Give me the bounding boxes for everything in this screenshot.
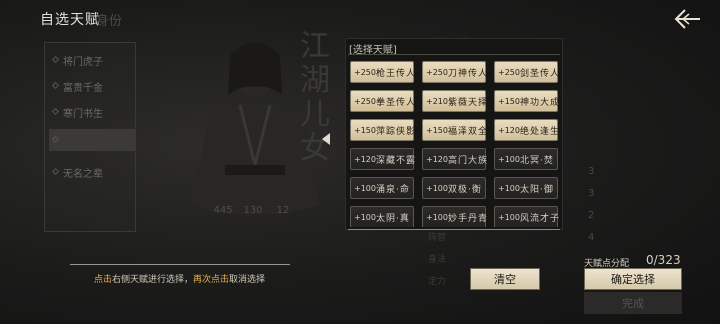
ghost-number: 3: [588, 166, 595, 177]
talent-cost: +210: [426, 96, 448, 106]
origin-item-label: 寒门书生: [63, 108, 103, 120]
talent-tile[interactable]: +250 拳圣传人: [350, 90, 416, 112]
talent-tile[interactable]: +120 绝处逢生: [494, 119, 560, 141]
talent-name: 妙手丹青: [447, 213, 488, 224]
talent-cost: +100: [426, 183, 448, 193]
origin-item-label: 无名之辈: [63, 168, 103, 180]
origin-item-label: 富贵千金: [63, 82, 103, 94]
talent-cost: +100: [354, 212, 376, 222]
divider: [70, 264, 290, 265]
origin-list: 将门虎子 富贵千金 寒门书生 无名之辈: [44, 42, 136, 232]
talent-tile[interactable]: +150 福泽双全: [422, 119, 488, 141]
diamond-icon: [51, 135, 60, 144]
talent-cost: +100: [354, 183, 376, 193]
talent-tile[interactable]: +100 妙手丹青: [422, 206, 488, 227]
talent-cost: +150: [426, 125, 448, 135]
talent-name: 刀神传人: [447, 68, 488, 79]
talent-name: 太阳·御: [520, 184, 554, 195]
talent-cost: +250: [354, 96, 376, 106]
stat-value: 12: [276, 205, 290, 216]
talent-cost: +150: [498, 96, 520, 106]
talent-name: 绝处逢生: [519, 126, 560, 137]
calligraphy-watermark: 江湖儿女: [300, 29, 330, 166]
divider: [348, 54, 560, 55]
talent-select-popup: [选择天赋] +250 枪王传人 +250 刀神传人 +250 剑圣传人 +250 拳圣传人 +…: [345, 38, 563, 230]
talent-name: 双极·衡: [448, 184, 482, 195]
talent-name: 深藏不露: [375, 155, 416, 166]
origin-item[interactable]: 无名之辈: [49, 161, 135, 183]
ghost-number: 3: [588, 188, 595, 199]
diamond-icon: [51, 81, 60, 90]
points-value: 0/323: [646, 253, 681, 267]
talent-cost: +100: [498, 212, 520, 222]
stat-value: 445: [213, 205, 233, 216]
divider: [348, 229, 560, 230]
talent-name: 风流才子: [519, 213, 560, 224]
diamond-icon: [51, 107, 60, 116]
origin-item-label: 将门虎子: [63, 56, 103, 68]
talent-cost: +150: [354, 125, 376, 135]
talent-tile[interactable]: +250 枪王传人: [350, 61, 416, 83]
talent-tile[interactable]: +100 太阴·真: [350, 206, 414, 227]
talent-name: 高门大族: [447, 155, 488, 166]
talent-tile[interactable]: +250 刀神传人: [422, 61, 488, 83]
instruction-highlight: 再次点击: [193, 275, 230, 285]
talent-tile[interactable]: +100 双极·衡: [422, 177, 486, 199]
ghost-label: 身法: [428, 255, 447, 265]
diamond-icon: [51, 167, 60, 176]
talent-tile[interactable]: +150 神功大成: [494, 90, 560, 112]
talent-name: 北冥·焚: [520, 155, 554, 166]
talent-name: 剑圣传人: [519, 68, 560, 79]
talent-tile[interactable]: +210 紫薇天择: [422, 90, 488, 112]
talent-name: 神功大成: [519, 97, 560, 108]
talent-tile[interactable]: +120 高门大族: [422, 148, 488, 170]
talent-tile[interactable]: +250 剑圣传人: [494, 61, 560, 83]
clear-button[interactable]: 清空: [470, 268, 540, 290]
origin-item[interactable]: 富贵千金: [49, 75, 135, 97]
talent-tile[interactable]: +120 深藏不露: [350, 148, 416, 170]
character-stats: 445 130 12: [212, 205, 294, 216]
talent-cost: +250: [498, 67, 520, 77]
ghost-number: 2: [588, 210, 595, 221]
instruction-text: 点击右侧天赋进行选择，再次点击取消选择: [94, 272, 265, 285]
talent-tile[interactable]: +100 太阳·御: [494, 177, 558, 199]
instruction-segment: 右侧天赋进行选择，: [112, 275, 194, 285]
talent-name: 涌泉·命: [376, 184, 410, 195]
talent-name: 福泽双全: [447, 126, 488, 137]
ghost-label: 定力: [428, 277, 447, 287]
confirm-selection-button[interactable]: 确定选择: [584, 268, 682, 290]
origin-item[interactable]: 将门虎子: [49, 49, 135, 71]
talent-tile[interactable]: +100 涌泉·命: [350, 177, 414, 199]
talent-grid: +250 枪王传人 +250 刀神传人 +250 剑圣传人 +250 拳圣传人 +210 紫薇天择…: [350, 61, 562, 227]
talent-cost: +100: [498, 183, 520, 193]
origin-item-selected[interactable]: [49, 129, 135, 151]
talent-name: 萍踪侠影: [375, 126, 416, 137]
talent-name: 拳圣传人: [375, 97, 416, 108]
talent-cost: +120: [354, 154, 376, 164]
talent-cost: +250: [354, 67, 376, 77]
talent-name: 太阴·真: [376, 213, 410, 224]
talent-cost: +100: [426, 212, 448, 222]
diamond-icon: [51, 55, 60, 64]
talent-name: 枪王传人: [375, 68, 416, 79]
talent-cost: +250: [426, 67, 448, 77]
talent-tile[interactable]: +100 风流才子: [494, 206, 560, 227]
collapse-arrow-icon[interactable]: [322, 133, 330, 145]
talent-cost: +120: [498, 125, 520, 135]
ghost-label: 阵营: [428, 233, 447, 243]
ghost-subtitle: 身份: [96, 14, 123, 29]
back-arrow-icon[interactable]: [672, 7, 702, 31]
page-title: 自选天赋: [40, 12, 100, 28]
talent-name: 紫薇天择: [447, 97, 488, 108]
talent-tile[interactable]: +150 萍踪侠影: [350, 119, 416, 141]
talent-tile[interactable]: +100 北冥·焚: [494, 148, 558, 170]
talent-cost: +100: [498, 154, 520, 164]
origin-item[interactable]: 寒门书生: [49, 101, 135, 123]
finish-button[interactable]: 完成: [584, 292, 682, 314]
instruction-highlight: 点击: [94, 275, 113, 285]
ghost-number: 4: [588, 232, 595, 243]
instruction-segment: 取消选择: [229, 275, 266, 285]
talent-cost: +120: [426, 154, 448, 164]
stat-value: 130: [243, 205, 263, 216]
